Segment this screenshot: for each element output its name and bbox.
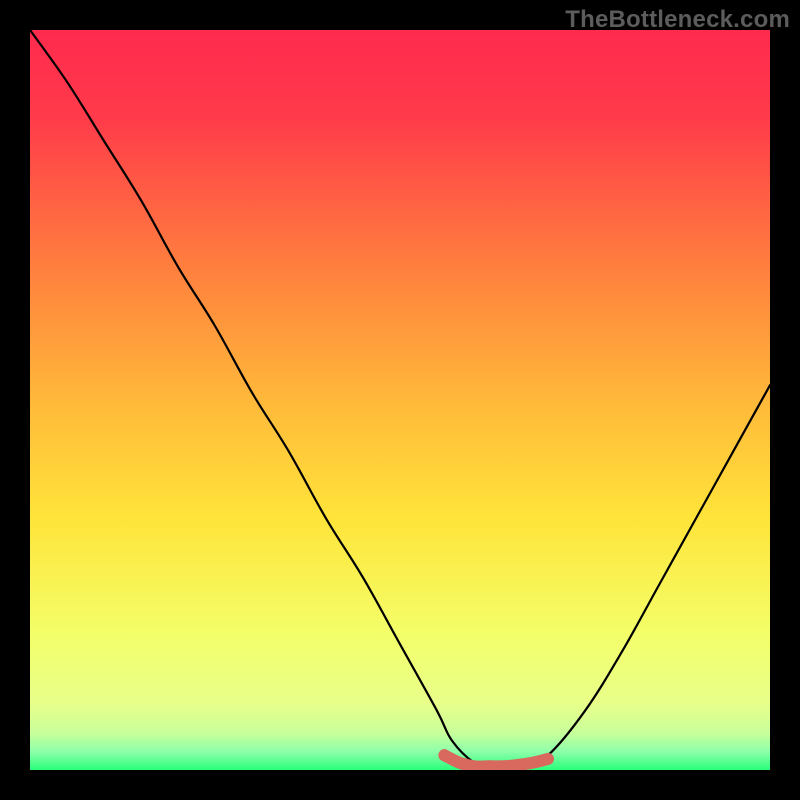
optimal-start-dot — [438, 749, 450, 761]
watermark-label: TheBottleneck.com — [565, 6, 790, 34]
chart-svg — [30, 30, 770, 770]
chart-frame: TheBottleneck.com — [0, 0, 800, 800]
gradient-bg — [30, 30, 770, 770]
plot-area — [30, 30, 770, 770]
